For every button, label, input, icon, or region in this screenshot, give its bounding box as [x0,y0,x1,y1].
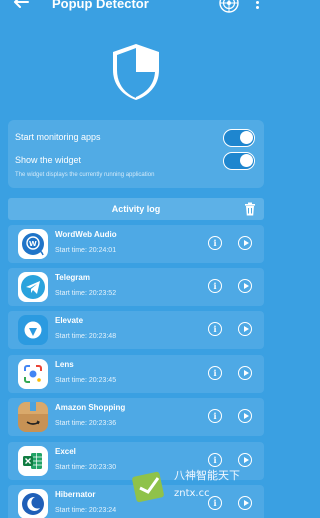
list-item[interactable]: Lens Start time: 20:23:45 i [8,355,264,393]
excel-icon [18,446,48,476]
amazon-icon [18,402,48,432]
info-icon[interactable]: i [208,322,222,336]
widget-row: Show the widget [15,151,259,173]
widget-toggle[interactable] [223,152,255,170]
app-name: Elevate [55,316,84,325]
widget-label: Show the widget [15,155,82,165]
page-title: Popup Detector [52,0,149,11]
app-name: Telegram [55,273,90,282]
start-time: Start time: 20:23:24 [55,507,117,514]
app-name: WordWeb Audio [55,230,117,239]
play-icon[interactable] [238,322,252,336]
hibernator-icon [18,489,48,518]
list-item[interactable]: Elevate Start time: 20:23:48 i [8,311,264,349]
start-time: Start time: 20:24:01 [55,247,117,254]
more-vert-icon[interactable] [252,0,262,12]
app-name: Excel [55,447,76,456]
play-icon[interactable] [238,409,252,423]
watermark-url: zntx.cc [174,488,210,499]
monitoring-row: Start monitoring apps [15,128,259,150]
toggle-knob [240,154,253,167]
list-item[interactable]: Telegram Start time: 20:23:52 i [8,268,264,306]
elevate-icon [18,315,48,345]
start-time: Start time: 20:23:52 [55,290,117,297]
start-time: Start time: 20:23:30 [55,464,117,471]
settings-card: Start monitoring apps Show the widget Th… [8,120,264,188]
watermark-logo-icon [132,471,164,503]
play-icon[interactable] [238,236,252,250]
list-item[interactable]: Amazon Shopping Start time: 20:23:36 i [8,398,264,436]
start-time: Start time: 20:23:48 [55,333,117,340]
info-icon[interactable]: i [208,279,222,293]
widget-note: The widget displays the currently runnin… [15,172,155,178]
monitoring-toggle[interactable] [223,129,255,147]
list-item[interactable]: W WordWeb Audio Start time: 20:24:01 i [8,225,264,263]
lens-icon [18,359,48,389]
wordweb-icon: W [18,229,48,259]
monitoring-label: Start monitoring apps [15,132,101,142]
play-icon[interactable] [238,366,252,380]
activity-log-title: Activity log [111,204,161,214]
app-name: Hibernator [55,490,96,499]
info-icon[interactable]: i [208,366,222,380]
trash-icon[interactable] [244,202,256,216]
shield-icon [113,44,159,100]
telegram-icon [18,272,48,302]
start-time: Start time: 20:23:36 [55,420,117,427]
radar-icon[interactable] [218,0,240,14]
start-time: Start time: 20:23:45 [55,377,117,384]
app-bar: Popup Detector [0,0,272,14]
play-icon[interactable] [238,279,252,293]
watermark: 八神智能天下 zntx.cc [126,462,272,518]
arrow-left-icon[interactable] [12,0,30,11]
watermark-text: 八神智能天下 [174,469,240,482]
activity-log-header: Activity log [8,198,264,220]
info-icon[interactable]: i [208,409,222,423]
toggle-knob [240,131,253,144]
app-name: Lens [55,360,74,369]
info-icon[interactable]: i [208,236,222,250]
app-name: Amazon Shopping [55,403,126,412]
svg-text:W: W [29,240,37,248]
